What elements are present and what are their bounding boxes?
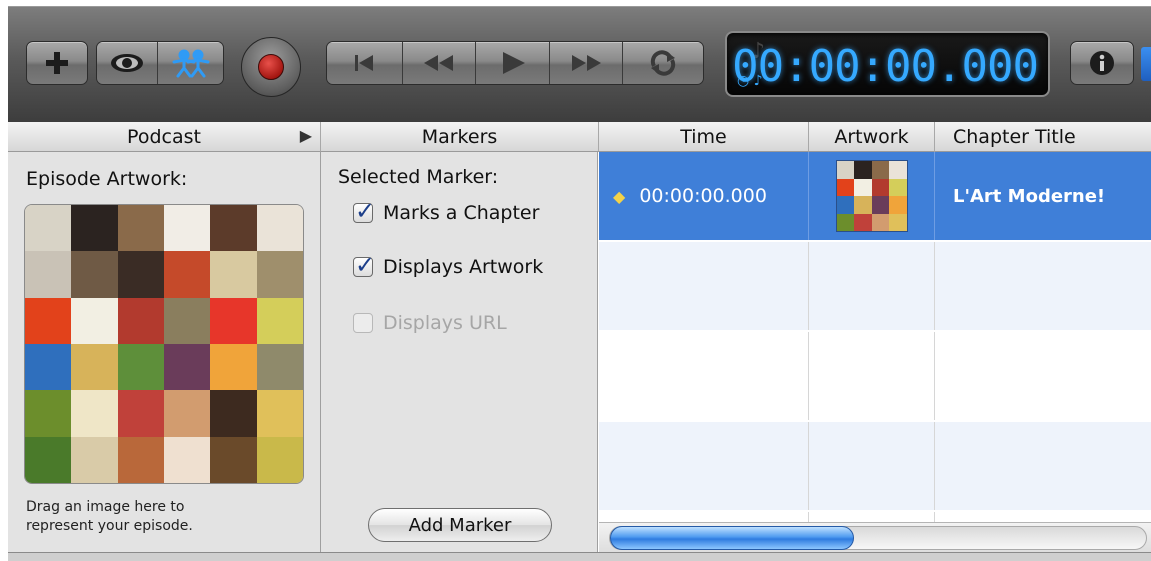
displays-url-label: Displays URL — [383, 312, 507, 334]
time-column-label: Time — [680, 125, 727, 148]
marks-chapter-label: Marks a Chapter — [383, 202, 540, 224]
table-row — [599, 512, 1151, 522]
rewind-button[interactable] — [402, 42, 477, 84]
chapter-title: L'Art Moderne! — [953, 185, 1106, 207]
chapter-title-column-header[interactable]: Chapter Title — [935, 122, 1151, 152]
drag-hint-line-2: represent your episode. — [26, 518, 193, 534]
people-icon — [172, 49, 210, 78]
plus-icon — [46, 52, 68, 74]
podcast-header[interactable]: Podcast ▶ — [8, 122, 321, 152]
markers-header-label: Markers — [421, 125, 498, 148]
displays-artwork-checkbox[interactable] — [353, 251, 375, 279]
marker-time: 00:00:00.000 — [639, 185, 767, 207]
chapter-artwork-thumbnail[interactable] — [835, 160, 908, 232]
media-browser-button[interactable] — [1141, 47, 1151, 81]
markers-pane: Selected Marker: Marks a Chapter Display… — [321, 152, 598, 552]
info-button[interactable] — [1070, 41, 1134, 85]
add-track-button[interactable] — [26, 41, 88, 85]
add-marker-button[interactable]: Add Marker — [368, 508, 552, 542]
episode-artwork-label: Episode Artwork: — [26, 168, 188, 190]
drag-hint-line-1: Drag an image here to — [26, 499, 185, 515]
drag-image-hint: Drag an image here to represent your epi… — [26, 498, 193, 536]
skip-to-start-icon — [355, 55, 374, 71]
marks-chapter-checkbox-row[interactable]: Marks a Chapter — [353, 197, 540, 225]
transport-controls — [326, 41, 704, 85]
displays-url-checkbox-row: Displays URL — [353, 312, 507, 334]
table-row[interactable]: ◆ 00:00:00.000 L'Art Moderne! — [599, 152, 1151, 240]
info-icon — [1090, 51, 1114, 75]
episode-artwork-well[interactable] — [24, 204, 304, 484]
play-icon — [502, 52, 525, 74]
markers-header: Markers — [321, 122, 599, 152]
view-button-group — [96, 41, 224, 85]
bottom-divider — [8, 552, 1151, 561]
time-cell[interactable]: ◆ 00:00:00.000 — [599, 152, 809, 240]
scrollbar-track[interactable] — [609, 526, 1147, 550]
view-toggle-button[interactable] — [97, 42, 159, 84]
rewind-icon — [423, 55, 453, 71]
time-column-header[interactable]: Time — [599, 122, 809, 152]
table-row — [599, 242, 1151, 330]
record-icon — [258, 54, 284, 80]
markers-table: ◆ 00:00:00.000 L'Art Moderne! — [599, 152, 1151, 522]
scrollbar-thumb[interactable] — [610, 526, 854, 550]
podcast-pane: Episode Artwork: Drag an image here to r… — [8, 152, 321, 552]
lcd-time-display: ♪ ◷ ♪ 00:00:00.000 — [725, 31, 1050, 97]
people-button[interactable] — [158, 42, 223, 84]
marker-diamond-icon: ◆ — [613, 186, 626, 206]
artwork-cell[interactable] — [809, 152, 935, 240]
artwork-column-header[interactable]: Artwork — [809, 122, 935, 152]
marks-chapter-checkbox[interactable] — [353, 197, 375, 225]
artwork-column-label: Artwork — [834, 125, 909, 148]
loop-button[interactable] — [623, 42, 703, 84]
table-row — [599, 422, 1151, 510]
selected-marker-label: Selected Marker: — [338, 166, 499, 188]
loop-icon — [651, 50, 676, 76]
play-button[interactable] — [476, 42, 550, 84]
chapter-title-column-label: Chapter Title — [953, 125, 1076, 148]
lcd-time: 00:00:00.000 — [732, 41, 1039, 92]
displays-artwork-label: Displays Artwork — [383, 256, 544, 278]
table-row — [599, 332, 1151, 420]
fast-forward-icon — [572, 55, 602, 71]
displays-artwork-checkbox-row[interactable]: Displays Artwork — [353, 251, 544, 279]
horizontal-scrollbar[interactable] — [599, 522, 1151, 552]
disclosure-triangle-icon[interactable]: ▶ — [300, 126, 312, 145]
podcast-header-label: Podcast — [127, 125, 201, 148]
displays-url-checkbox — [353, 313, 373, 333]
record-button[interactable] — [241, 37, 301, 97]
skip-to-start-button[interactable] — [327, 42, 403, 84]
fast-forward-button[interactable] — [549, 42, 624, 84]
eye-icon — [111, 54, 144, 72]
toolbar: ♪ ◷ ♪ 00:00:00.000 — [8, 6, 1151, 122]
chapter-title-cell[interactable]: L'Art Moderne! — [935, 152, 1151, 240]
